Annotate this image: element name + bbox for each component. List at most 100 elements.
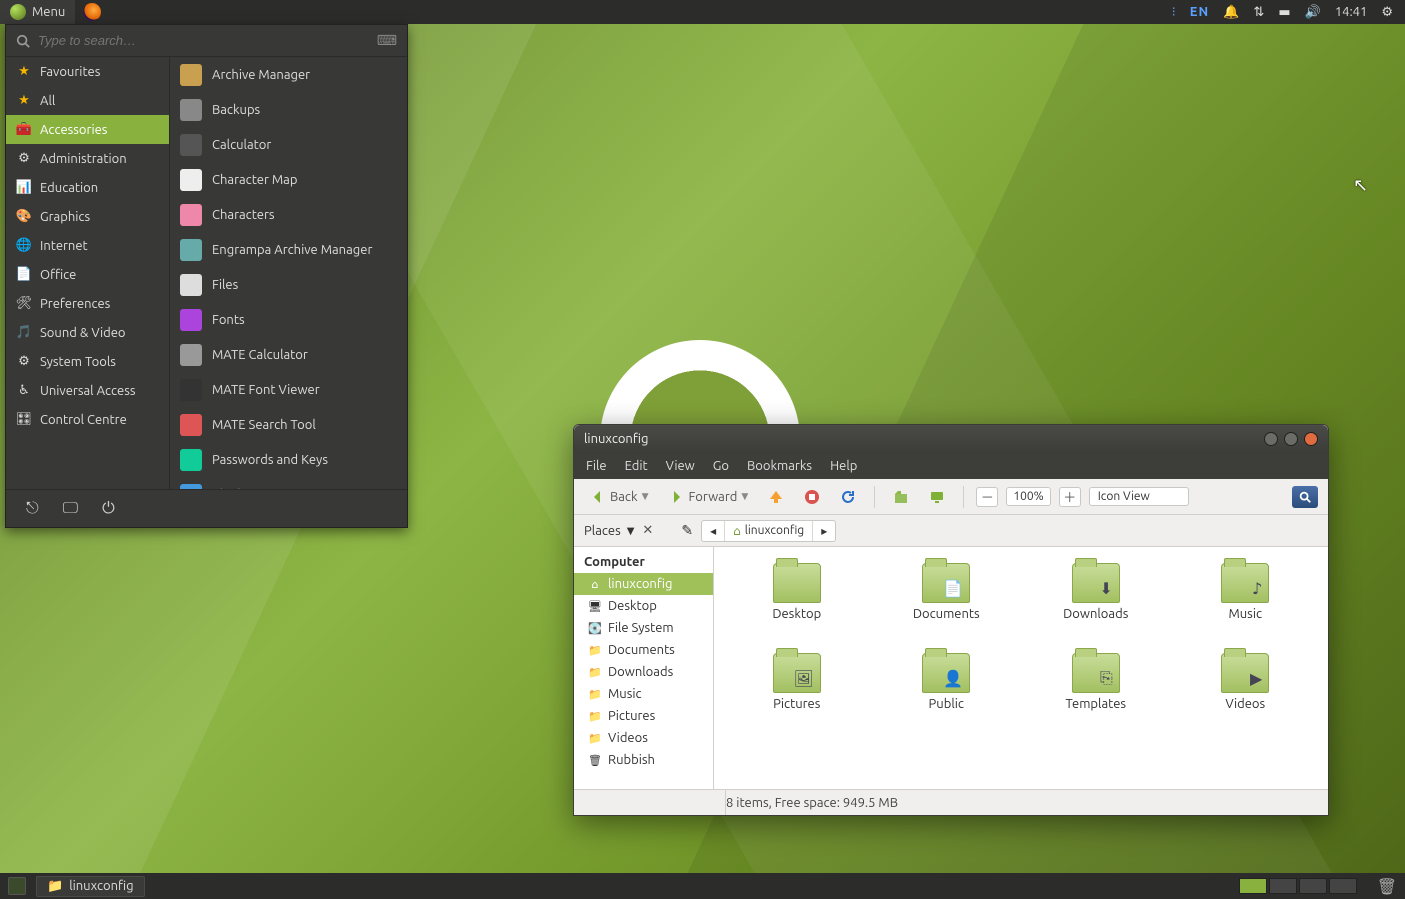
close-sidebar-button[interactable]: ✕ — [642, 523, 653, 538]
workspace-1[interactable] — [1239, 878, 1267, 894]
reload-button[interactable] — [834, 487, 862, 507]
sidebar-item-file-system[interactable]: 💽File System — [574, 617, 713, 639]
battery-icon[interactable]: ▬ — [1278, 5, 1290, 20]
shutdown-icon[interactable]: ⏻ — [102, 499, 115, 518]
category-education[interactable]: 📊Education — [6, 173, 169, 202]
workspace-4[interactable] — [1329, 878, 1357, 894]
category-office[interactable]: 📄Office — [6, 260, 169, 289]
trash-applet-icon[interactable]: 🗑 — [1377, 877, 1397, 896]
folder-templates[interactable]: ⎘Templates — [1023, 653, 1169, 739]
menu-label: Menu — [32, 5, 65, 19]
sidebar-item-documents[interactable]: 📁Documents — [574, 639, 713, 661]
sidebar-item-linuxconfig[interactable]: ⌂linuxconfig — [574, 573, 713, 595]
menu-go[interactable]: Go — [713, 459, 729, 473]
folder-public[interactable]: 👤Public — [874, 653, 1020, 739]
onscreen-keyboard-icon[interactable]: ⌨ — [377, 32, 397, 49]
category-administration[interactable]: ⚙Administration — [6, 144, 169, 173]
app-mate-font-viewer[interactable]: MATE Font Viewer — [170, 372, 407, 407]
app-fonts[interactable]: Fonts — [170, 302, 407, 337]
path-forward-segment[interactable]: ▸ — [813, 521, 835, 541]
edit-path-button[interactable]: ✎ — [681, 522, 693, 539]
folder-desktop[interactable]: Desktop — [724, 563, 870, 649]
firefox-launcher-icon[interactable] — [83, 3, 101, 21]
taskbar-item-linuxconfig[interactable]: 📁 linuxconfig — [36, 876, 145, 897]
folder-pictures[interactable]: 🖼Pictures — [724, 653, 870, 739]
category-control-centre[interactable]: 🎛Control Centre — [6, 405, 169, 434]
menu-help[interactable]: Help — [830, 459, 857, 473]
menu-search-input[interactable] — [38, 33, 369, 48]
category-universal-access[interactable]: ♿Universal Access — [6, 376, 169, 405]
logout-icon[interactable]: ⎋ — [26, 499, 39, 518]
app-archive-manager[interactable]: Archive Manager — [170, 57, 407, 92]
path-back-segment[interactable]: ◂ — [702, 521, 725, 541]
matecalc-icon — [180, 344, 202, 366]
forward-button[interactable]: Forward ▼ — [662, 487, 754, 507]
bottom-panel: 📁 linuxconfig 🗑 — [0, 873, 1405, 899]
zoom-out-button[interactable]: － — [976, 487, 998, 507]
sidebar-item-pictures[interactable]: 📁Pictures — [574, 705, 713, 727]
category-graphics[interactable]: 🎨Graphics — [6, 202, 169, 231]
app-mate-calculator[interactable]: MATE Calculator — [170, 337, 407, 372]
app-characters[interactable]: Characters — [170, 197, 407, 232]
dropdown-triangle-icon: ▼ — [627, 525, 635, 537]
computer-button[interactable] — [923, 487, 951, 507]
keyboard-language-indicator[interactable]: EN — [1190, 5, 1209, 19]
menu-bookmarks[interactable]: Bookmarks — [747, 459, 812, 473]
path-home-segment[interactable]: ⌂ linuxconfig — [725, 521, 813, 541]
power-gear-icon[interactable]: ⚙ — [1381, 5, 1393, 20]
folder-downloads[interactable]: ⬇Downloads — [1023, 563, 1169, 649]
clock[interactable]: 14:41 — [1335, 5, 1368, 19]
up-button[interactable] — [762, 487, 790, 507]
volume-icon[interactable]: 🔊 — [1305, 5, 1321, 20]
category-sound-video[interactable]: 🎵Sound & Video — [6, 318, 169, 347]
app-character-map[interactable]: Character Map — [170, 162, 407, 197]
zoom-in-button[interactable]: ＋ — [1059, 487, 1081, 507]
search-button[interactable] — [1292, 486, 1318, 508]
file-manager-icon-view[interactable]: Desktop📄Documents⬇Downloads♪Music 🖼Pictur… — [714, 547, 1328, 789]
lock-screen-icon[interactable]: 🖵 — [63, 499, 78, 518]
notification-bell-icon[interactable]: 🔔 — [1223, 5, 1239, 20]
dropdown-triangle-icon: ▼ — [642, 491, 649, 502]
folder-documents[interactable]: 📄Documents — [874, 563, 1020, 649]
sidebar-item-rubbish[interactable]: 🗑Rubbish — [574, 749, 713, 771]
app-plank[interactable]: Plank — [170, 477, 407, 489]
folder-music[interactable]: ♪Music — [1173, 563, 1319, 649]
sidebar-item-music[interactable]: 📁Music — [574, 683, 713, 705]
category-preferences[interactable]: 🛠Preferences — [6, 289, 169, 318]
app-calculator[interactable]: Calculator — [170, 127, 407, 162]
app-passwords-and-keys[interactable]: Passwords and Keys — [170, 442, 407, 477]
category-internet[interactable]: 🌐Internet — [6, 231, 169, 260]
menu-button[interactable]: Menu — [0, 0, 75, 24]
app-files[interactable]: Files — [170, 267, 407, 302]
category-system-tools[interactable]: ⚙System Tools — [6, 347, 169, 376]
menu-file[interactable]: File — [586, 459, 607, 473]
show-desktop-button[interactable] — [8, 877, 26, 895]
mate-orb-icon — [10, 4, 26, 20]
sidebar-item-videos[interactable]: 📁Videos — [574, 727, 713, 749]
view-mode-selector[interactable]: Icon View — [1089, 487, 1189, 506]
window-titlebar[interactable]: linuxconfig — [574, 425, 1328, 453]
network-updown-icon[interactable]: ⇅ — [1253, 5, 1264, 20]
sidebar-item-desktop[interactable]: 🖥Desktop — [574, 595, 713, 617]
app-mate-search-tool[interactable]: MATE Search Tool — [170, 407, 407, 442]
folder-videos[interactable]: ▶Videos — [1173, 653, 1319, 739]
places-dropdown[interactable]: Places ▼ — [584, 524, 634, 538]
app-backups[interactable]: Backups — [170, 92, 407, 127]
window-minimize-button[interactable] — [1264, 432, 1278, 446]
stop-button[interactable] — [798, 487, 826, 507]
workspace-2[interactable] — [1269, 878, 1297, 894]
category-accessories[interactable]: 🧰Accessories — [6, 115, 169, 144]
menu-edit[interactable]: Edit — [625, 459, 648, 473]
menu-view[interactable]: View — [666, 459, 695, 473]
home-button[interactable] — [887, 487, 915, 507]
sidebar-item-downloads[interactable]: 📁Downloads — [574, 661, 713, 683]
app-engrampa-archive-manager[interactable]: Engrampa Archive Manager — [170, 232, 407, 267]
workspace-switcher[interactable] — [1239, 878, 1357, 894]
category-favourites[interactable]: ★Favourites — [6, 57, 169, 86]
window-maximize-button[interactable] — [1284, 432, 1298, 446]
window-close-button[interactable] — [1304, 432, 1318, 446]
category-all[interactable]: ★All — [6, 86, 169, 115]
back-button[interactable]: Back ▼ — [584, 487, 654, 507]
files-icon — [180, 274, 202, 296]
workspace-3[interactable] — [1299, 878, 1327, 894]
